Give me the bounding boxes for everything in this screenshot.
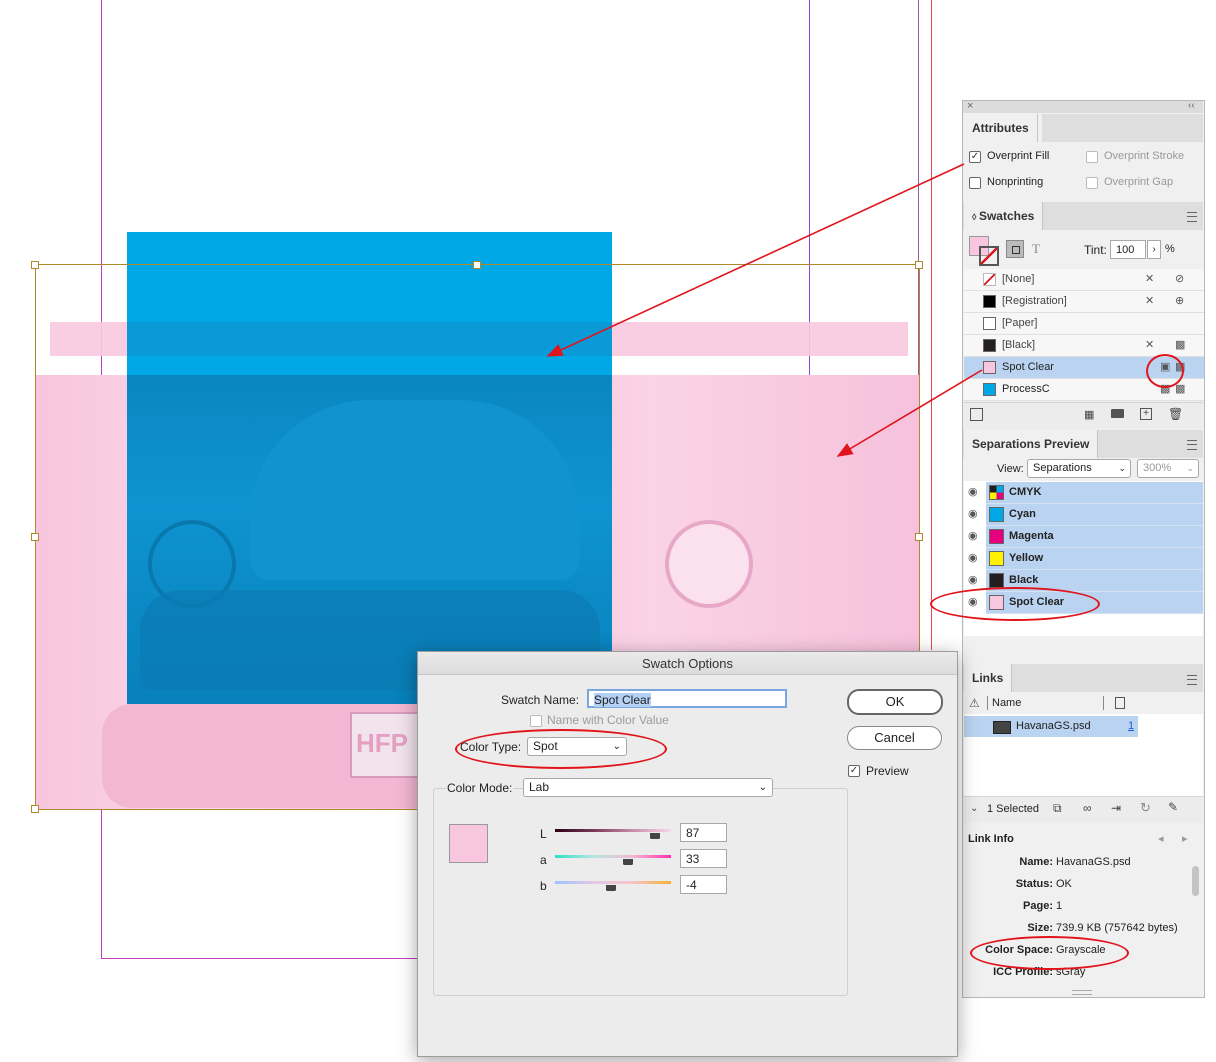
arrow-to-pink-image xyxy=(836,369,983,457)
annotation-oval-spot-clear-sep xyxy=(930,587,1100,621)
annotation-oval-color-space xyxy=(970,936,1129,970)
annotation-arrows xyxy=(546,163,983,457)
arrow-to-pink-bar xyxy=(546,163,965,357)
annotation-oval-spot-icon xyxy=(1146,354,1184,388)
annotation-oval-color-type xyxy=(455,729,667,769)
